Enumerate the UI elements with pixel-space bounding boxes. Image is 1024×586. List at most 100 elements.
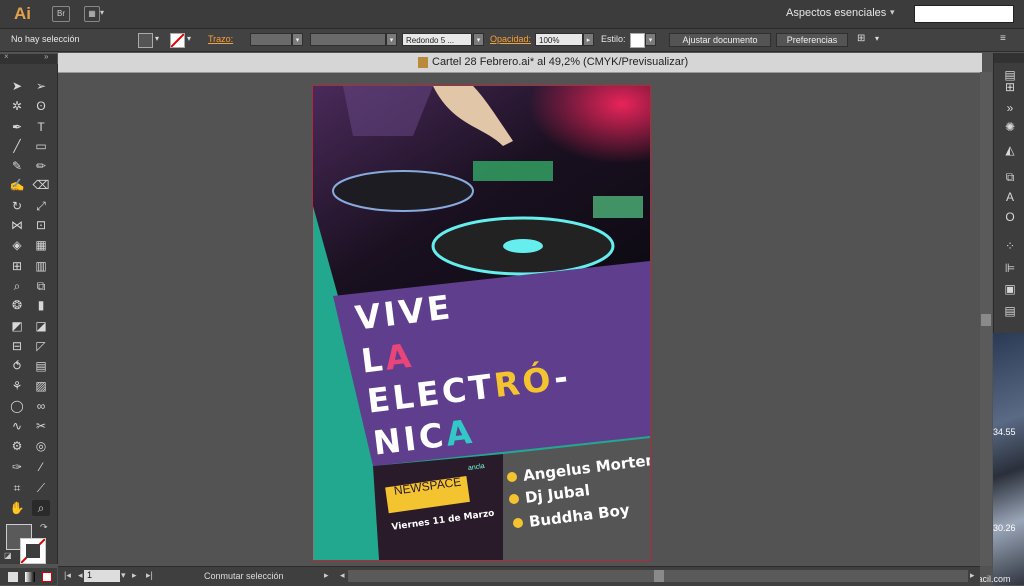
lasso-tool-icon[interactable]: ʘ: [32, 98, 50, 114]
layers-panel-icon[interactable]: ▤: [1001, 303, 1019, 319]
stroke-color-box[interactable]: [20, 538, 46, 564]
paintbrush-tool-icon[interactable]: ✎: [8, 158, 26, 174]
poster-artboard[interactable]: VIVE LA ELECTRÓ- NICA NEWSPACE ancla Vie…: [312, 85, 651, 561]
tools-panel-header[interactable]: × »: [0, 52, 57, 64]
vertical-scrollbar[interactable]: [980, 72, 992, 566]
page-dropdown[interactable]: ▾: [121, 570, 126, 581]
brush-definition-field[interactable]: Redondo 5 ...: [402, 33, 472, 46]
artboard-tool-icon[interactable]: ⊟: [8, 338, 26, 354]
opacity-label[interactable]: Opacidad:: [490, 34, 531, 44]
panel-menu-icon[interactable]: ≡: [1000, 33, 1006, 44]
variable-width-field[interactable]: [310, 33, 386, 46]
puppet-warp-tool-icon[interactable]: ⚙: [8, 438, 26, 454]
graphic-styles-panel-icon[interactable]: ⧉: [1001, 169, 1019, 185]
twirl-tool-icon[interactable]: ◎: [32, 438, 50, 454]
bridge-button[interactable]: Br: [52, 6, 70, 22]
color-mode-icon[interactable]: [8, 572, 18, 582]
gradient-mode-icon[interactable]: [25, 572, 35, 582]
fill-dropdown-icon[interactable]: ▾: [155, 34, 159, 43]
toggle-selection-status[interactable]: Conmutar selección: [204, 571, 284, 581]
arrange-documents-button[interactable]: ▦: [84, 6, 100, 22]
stroke-dropdown-icon[interactable]: ▾: [187, 34, 191, 43]
variable-width-dropdown[interactable]: ▾: [386, 33, 397, 46]
zoom-tool-icon[interactable]: ⌕: [32, 500, 50, 516]
magic-wand-tool-icon[interactable]: ✲: [8, 98, 26, 114]
last-page-icon[interactable]: ▸|: [146, 570, 153, 581]
scroll-left-icon[interactable]: ◂: [340, 570, 345, 581]
transform-panel-icon[interactable]: ⁘: [1001, 238, 1019, 254]
live-paint-selection-tool-icon[interactable]: ◪: [32, 318, 50, 334]
scroll-thumb[interactable]: [981, 314, 991, 326]
eraser-tool-icon[interactable]: ⌫: [32, 177, 50, 193]
status-menu-icon[interactable]: ▸: [324, 570, 329, 581]
collapse-icon[interactable]: »: [1001, 100, 1019, 116]
stroke-weight-dropdown[interactable]: ▾: [292, 33, 303, 46]
next-page-icon[interactable]: ▸: [132, 570, 137, 581]
knife-tool-icon[interactable]: ✂: [32, 418, 50, 434]
column-graph-tool-icon[interactable]: ▮: [32, 297, 50, 313]
hand-tool-icon[interactable]: ✋: [8, 500, 26, 516]
preferences-button[interactable]: Preferencias: [776, 33, 848, 47]
dock-header[interactable]: [994, 53, 1024, 63]
collapse-icon[interactable]: »: [44, 52, 48, 61]
warp-tool-icon[interactable]: ⥀: [8, 358, 26, 374]
line-tool-icon[interactable]: ╱: [8, 138, 26, 154]
gradient-tool-icon[interactable]: ▥: [32, 258, 50, 274]
appearance-panel-icon[interactable]: A: [1001, 189, 1019, 205]
rotate-tool-icon[interactable]: ↻: [8, 198, 26, 214]
arrange-dropdown-icon[interactable]: ▾: [875, 34, 879, 43]
swap-colors-icon[interactable]: ↷: [40, 522, 48, 533]
opacity-field[interactable]: 100%: [535, 33, 583, 46]
ellipse-tool-icon[interactable]: ◯: [8, 398, 26, 414]
pen-tool-icon[interactable]: ✒: [8, 119, 26, 135]
mesh-tool-icon[interactable]: ⊞: [8, 258, 26, 274]
perspective-grid-tool-icon[interactable]: ▦: [32, 237, 50, 253]
stroke-weight-field[interactable]: [250, 33, 292, 46]
stroke-label[interactable]: Trazo:: [208, 34, 233, 44]
prev-page-icon[interactable]: ◂: [78, 570, 83, 581]
graphic-style-tool-icon[interactable]: ⚘: [8, 378, 26, 394]
document-tab[interactable]: Cartel 28 Febrero.ai* al 49,2% (CMYK/Pre…: [58, 53, 982, 73]
selection-tool-icon[interactable]: ➤: [8, 78, 26, 94]
scale-tool-icon[interactable]: ⤢: [32, 198, 50, 214]
close-icon[interactable]: ×: [4, 52, 9, 61]
symbol-sprayer-tool-icon[interactable]: ❂: [8, 297, 26, 313]
blob-brush-tool-icon[interactable]: ✍: [8, 177, 26, 193]
default-colors-icon[interactable]: ◪: [4, 551, 12, 560]
slice-tool-icon[interactable]: ◸: [32, 338, 50, 354]
eyedropper-alt-tool-icon[interactable]: ⁄: [32, 459, 50, 475]
direct-selection-tool-icon[interactable]: ➢: [32, 78, 50, 94]
symbols-panel-icon[interactable]: ◭: [1001, 142, 1019, 158]
type-tool-icon[interactable]: T: [32, 119, 50, 135]
shape-builder-tool-icon[interactable]: ◈: [8, 237, 26, 253]
free-transform-tool-icon[interactable]: ⊡: [32, 217, 50, 233]
mesh-gradient-tool-icon[interactable]: ▨: [32, 378, 50, 394]
arrange-icon[interactable]: ⊞: [857, 33, 865, 44]
opentype-panel-icon[interactable]: O: [1001, 209, 1019, 225]
blend-tool-icon[interactable]: ⧉: [32, 278, 50, 294]
scroll-thumb[interactable]: [654, 570, 664, 582]
style-swatch[interactable]: [630, 33, 645, 48]
brush-dropdown[interactable]: ▾: [473, 33, 484, 46]
horizontal-scrollbar[interactable]: [348, 570, 968, 582]
brush-tool-icon[interactable]: ✑: [8, 459, 26, 475]
first-page-icon[interactable]: |◂: [64, 570, 71, 581]
width-tool-icon[interactable]: ⋈: [8, 217, 26, 233]
path-eraser-tool-icon[interactable]: ∿: [8, 418, 26, 434]
fill-swatch[interactable]: [138, 33, 153, 48]
arrange-dropdown-icon[interactable]: ▾: [100, 8, 104, 17]
pathfinder-panel-icon[interactable]: ▣: [1001, 281, 1019, 297]
blob-tool-icon[interactable]: ∞: [32, 398, 50, 414]
brushes-panel-icon[interactable]: ✺: [1001, 119, 1019, 135]
align-panel-icon[interactable]: ⊫: [1001, 260, 1019, 276]
swatches-panel-icon[interactable]: ⊞: [1001, 79, 1019, 95]
rectangle-tool-icon[interactable]: ▭: [32, 138, 50, 154]
live-paint-bucket-tool-icon[interactable]: ◩: [8, 318, 26, 334]
search-input[interactable]: [914, 5, 1014, 23]
measure-tool-icon[interactable]: ⟋: [32, 480, 50, 496]
opacity-dropdown[interactable]: ▸: [583, 33, 594, 46]
workspace-switcher[interactable]: Aspectos esenciales: [786, 7, 886, 19]
chevron-down-icon[interactable]: ▾: [890, 7, 895, 18]
chart-tool-icon[interactable]: ▤: [32, 358, 50, 374]
page-field[interactable]: 1: [84, 570, 120, 582]
